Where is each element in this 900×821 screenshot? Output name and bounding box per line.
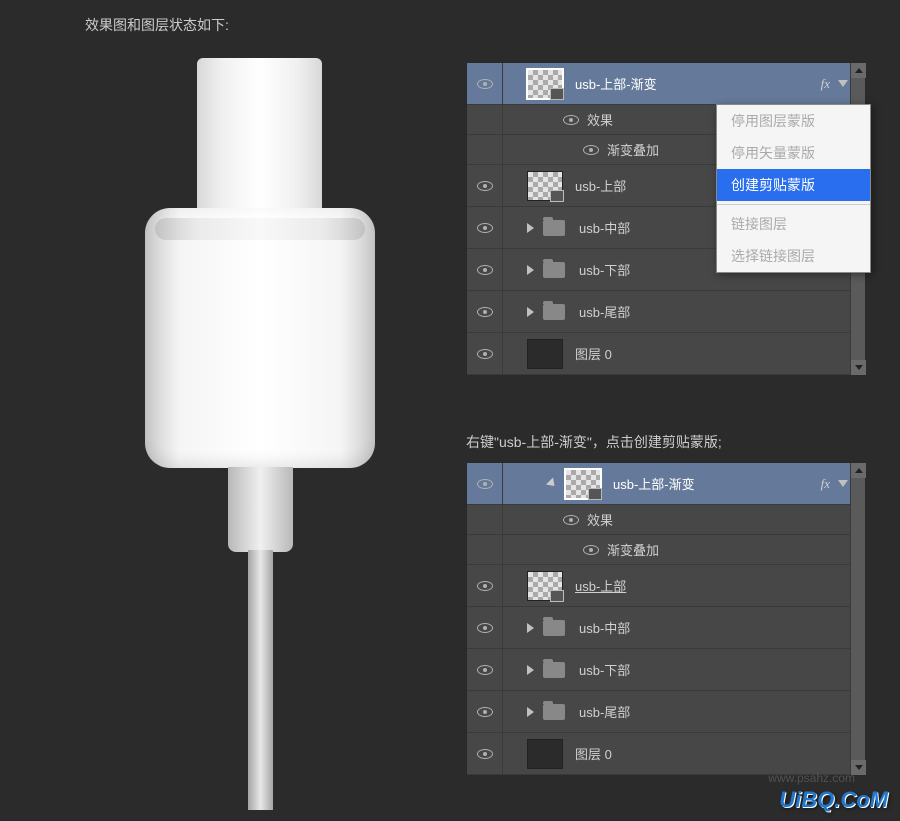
scroll-up-button[interactable]: [851, 63, 866, 78]
layer-row[interactable]: usb-下部: [467, 649, 865, 691]
scrollbar[interactable]: [850, 463, 865, 775]
layers-panel-2: usb-上部-渐变 fx 效果 渐变叠加 usb-上部 usb-中部 usb-下…: [466, 462, 866, 776]
visibility-toggle[interactable]: [467, 63, 503, 104]
fx-icon[interactable]: fx: [821, 76, 830, 92]
expand-toggle[interactable]: [523, 623, 537, 633]
expand-toggle[interactable]: [523, 665, 537, 675]
eye-icon: [477, 265, 493, 275]
layer-name: 渐变叠加: [607, 540, 865, 559]
visibility-toggle[interactable]: [467, 463, 503, 504]
caption-top: 效果图和图层状态如下:: [85, 15, 229, 35]
menu-item[interactable]: 链接图层: [717, 208, 870, 240]
expand-toggle[interactable]: [523, 707, 537, 717]
folder-icon: [543, 704, 565, 720]
expand-toggle[interactable]: [523, 223, 537, 233]
layer-name: 效果: [587, 510, 865, 529]
layer-name: usb-尾部: [579, 302, 865, 321]
eye-icon: [477, 749, 493, 759]
eye-icon: [563, 115, 579, 125]
eye-icon: [477, 665, 493, 675]
layer-thumb[interactable]: [527, 69, 563, 99]
usb-cable: [248, 550, 273, 810]
layer-name: usb-上部: [575, 576, 865, 595]
visibility-toggle[interactable]: [467, 733, 503, 774]
menu-item[interactable]: 停用矢量蒙版: [717, 137, 870, 169]
folder-icon: [543, 662, 565, 678]
layer-row[interactable]: usb-上部-渐变 fx: [467, 63, 865, 105]
menu-separator: [717, 204, 870, 205]
menu-item[interactable]: 选择链接图层: [717, 240, 870, 272]
visibility-toggle[interactable]: [467, 135, 503, 164]
layer-row[interactable]: usb-尾部: [467, 291, 865, 333]
fx-icon[interactable]: fx: [821, 476, 830, 492]
eye-icon: [477, 623, 493, 633]
layer-row[interactable]: 图层 0: [467, 733, 865, 775]
visibility-toggle[interactable]: [467, 165, 503, 206]
layer-thumb[interactable]: [527, 571, 563, 601]
layer-row[interactable]: usb-上部-渐变 fx: [467, 463, 865, 505]
visibility-toggle[interactable]: [467, 691, 503, 732]
visibility-toggle[interactable]: [467, 649, 503, 690]
watermark: UiBQ.CoM: [779, 787, 888, 813]
eye-icon: [477, 223, 493, 233]
usb-tip: [197, 58, 322, 215]
folder-icon: [543, 620, 565, 636]
visibility-toggle[interactable]: [467, 291, 503, 332]
eye-icon: [477, 479, 493, 489]
eye-icon: [477, 181, 493, 191]
expand-toggle[interactable]: [523, 265, 537, 275]
visibility-toggle[interactable]: [467, 607, 503, 648]
visibility-toggle[interactable]: [467, 105, 503, 134]
context-menu: 停用图层蒙版 停用矢量蒙版 创建剪贴蒙版 链接图层 选择链接图层: [716, 104, 871, 273]
eye-icon: [477, 707, 493, 717]
folder-icon: [543, 262, 565, 278]
menu-item[interactable]: 创建剪贴蒙版: [717, 169, 870, 201]
menu-item[interactable]: 停用图层蒙版: [717, 105, 870, 137]
eye-icon: [583, 545, 599, 555]
scroll-up-button[interactable]: [851, 463, 866, 478]
layer-thumb[interactable]: [527, 339, 563, 369]
eye-icon: [477, 349, 493, 359]
layer-name: 图层 0: [575, 744, 865, 763]
eye-icon: [477, 79, 493, 89]
layer-row[interactable]: 渐变叠加: [467, 535, 865, 565]
caption-middle: 右键"usb-上部-渐变"，点击创建剪贴蒙版;: [466, 432, 722, 452]
layer-name: 图层 0: [575, 344, 865, 363]
expand-toggle[interactable]: [523, 307, 537, 317]
visibility-toggle[interactable]: [467, 565, 503, 606]
eye-icon: [477, 581, 493, 591]
layer-row[interactable]: usb-尾部: [467, 691, 865, 733]
layer-name: usb-中部: [579, 618, 865, 637]
usb-illustration: [90, 55, 430, 795]
layer-name: usb-上部-渐变: [613, 474, 821, 493]
collapse-toggle[interactable]: [836, 80, 850, 87]
layer-row[interactable]: 效果: [467, 505, 865, 535]
visibility-toggle[interactable]: [467, 207, 503, 248]
visibility-toggle[interactable]: [467, 535, 503, 564]
visibility-toggle[interactable]: [467, 249, 503, 290]
layer-name: usb-尾部: [579, 702, 865, 721]
layer-thumb[interactable]: [527, 739, 563, 769]
layer-row[interactable]: 图层 0: [467, 333, 865, 375]
visibility-toggle[interactable]: [467, 505, 503, 534]
layer-row[interactable]: usb-上部: [467, 565, 865, 607]
layer-thumb[interactable]: [527, 171, 563, 201]
watermark-url: www.psahz.com: [768, 771, 855, 785]
eye-icon: [477, 307, 493, 317]
layer-name: usb-下部: [579, 660, 865, 679]
usb-neck: [228, 467, 293, 552]
scroll-down-button[interactable]: [851, 360, 866, 375]
eye-icon: [583, 145, 599, 155]
usb-body: [145, 208, 375, 468]
clip-indicator-icon: [545, 477, 559, 491]
eye-icon: [563, 515, 579, 525]
layer-thumb[interactable]: [565, 469, 601, 499]
visibility-toggle[interactable]: [467, 333, 503, 374]
collapse-toggle[interactable]: [836, 480, 850, 487]
folder-icon: [543, 304, 565, 320]
folder-icon: [543, 220, 565, 236]
layer-name: usb-上部-渐变: [575, 74, 821, 93]
layer-row[interactable]: usb-中部: [467, 607, 865, 649]
